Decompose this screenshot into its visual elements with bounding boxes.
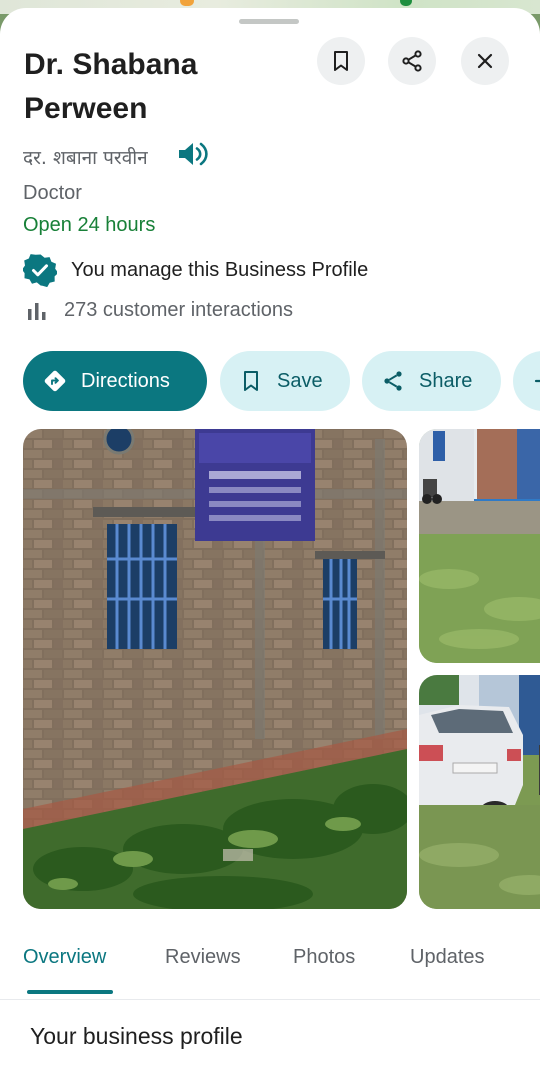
more-actions-button[interactable] <box>513 351 540 411</box>
share-icon-button[interactable] <box>388 37 436 85</box>
share-icon <box>384 371 402 391</box>
speaker-icon[interactable] <box>176 139 210 169</box>
directions-button[interactable]: Directions <box>23 351 207 411</box>
photo-secondary[interactable] <box>419 429 540 663</box>
photo-carousel[interactable] <box>23 429 540 909</box>
close-icon <box>477 53 493 69</box>
brick-building-image <box>23 429 407 909</box>
place-sheet: Dr. Shabana Perween दर. शबाना परवीन Doct… <box>0 8 540 1075</box>
save-icon-button[interactable] <box>317 37 365 85</box>
drag-handle[interactable] <box>239 19 299 24</box>
manage-profile-row[interactable]: You manage this Business Profile <box>23 254 369 287</box>
manage-profile-text: You manage this Business Profile <box>71 258 369 281</box>
map-pin-icon <box>180 0 194 6</box>
bookmark-icon <box>244 371 258 391</box>
street-building-image <box>419 429 540 663</box>
photo-main[interactable] <box>23 429 407 909</box>
tabs-divider <box>0 999 540 1000</box>
place-category: Doctor <box>23 182 82 204</box>
active-tab-indicator <box>27 990 113 994</box>
directions-label: Directions <box>81 369 170 392</box>
hours-status[interactable]: Open 24 hours <box>23 214 155 237</box>
parked-car-image <box>419 675 540 909</box>
share-icon <box>402 50 422 72</box>
save-label: Save <box>277 369 323 392</box>
more-icon <box>534 379 540 383</box>
share-button[interactable]: Share <box>362 351 501 411</box>
tab-bar: Overview Reviews Photos Updates <box>0 936 540 1000</box>
verified-icon <box>23 254 57 287</box>
bookmark-icon <box>334 51 348 71</box>
tab-updates[interactable]: Updates <box>410 946 485 969</box>
close-button[interactable] <box>461 37 509 85</box>
map-pin-icon <box>400 0 412 6</box>
photo-tertiary[interactable] <box>419 675 540 909</box>
save-button[interactable]: Save <box>220 351 350 411</box>
share-label: Share <box>419 369 473 392</box>
tab-overview[interactable]: Overview <box>23 946 106 969</box>
tab-photos[interactable]: Photos <box>293 946 355 969</box>
customer-interactions-text: 273 customer interactions <box>64 299 294 321</box>
bar-chart-icon <box>28 302 46 320</box>
tab-reviews[interactable]: Reviews <box>165 946 241 969</box>
directions-icon <box>44 370 66 392</box>
section-title: Your business profile <box>30 1023 243 1049</box>
place-title: Dr. Shabana Perween <box>24 48 198 125</box>
local-name: दर. शबाना परवीन <box>23 147 148 169</box>
customer-interactions-row[interactable]: 273 customer interactions <box>26 299 293 322</box>
